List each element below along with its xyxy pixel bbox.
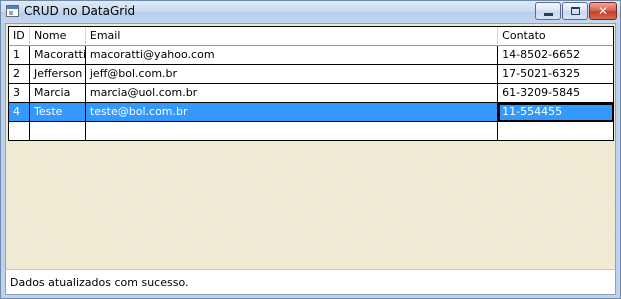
cell-contato[interactable] (498, 122, 614, 141)
window-title: CRUD no DataGrid (24, 4, 136, 18)
cell-email[interactable]: jeff@bol.com.br (85, 65, 499, 84)
maximize-icon (571, 7, 580, 15)
app-window-icon[interactable] (6, 5, 19, 17)
cell-nome[interactable]: Marcia (29, 84, 86, 103)
cell-id[interactable]: 1 (9, 46, 30, 65)
cell-nome[interactable]: Teste (29, 103, 86, 122)
cell-nome[interactable]: Jefferson (29, 65, 86, 84)
cell-id[interactable]: 4 (9, 103, 30, 122)
table-row[interactable]: 2 Jefferson jeff@bol.com.br 17-5021-6325 (9, 65, 614, 84)
cell-email[interactable]: marcia@uol.com.br (85, 84, 499, 103)
table-row[interactable]: 3 Marcia marcia@uol.com.br 61-3209-5845 (9, 84, 614, 103)
close-button[interactable]: ✕ (589, 2, 617, 20)
table-row-new[interactable] (9, 122, 614, 141)
maximize-button[interactable] (562, 2, 588, 20)
cell-nome[interactable] (29, 122, 86, 141)
cell-id[interactable]: 2 (9, 65, 30, 84)
cell-contato[interactable]: 14-8502-6652 (498, 46, 614, 65)
cell-email[interactable]: macoratti@yahoo.com (85, 46, 499, 65)
client-area: ID Nome Email Contato 1 Macoratti macora… (5, 23, 616, 295)
column-header-id[interactable]: ID (9, 27, 30, 46)
cell-contato[interactable]: 61-3209-5845 (498, 84, 614, 103)
datagrid-header: ID Nome Email Contato (9, 27, 614, 46)
status-message: Dados atualizados com sucesso. (10, 276, 189, 289)
minimize-icon (544, 13, 553, 16)
table-row[interactable]: 1 Macoratti macoratti@yahoo.com 14-8502-… (9, 46, 614, 65)
table-row-selected[interactable]: 4 Teste teste@bol.com.br 11-554455 (9, 103, 614, 122)
column-header-nome[interactable]: Nome (29, 27, 86, 46)
datagrid[interactable]: ID Nome Email Contato 1 Macoratti macora… (8, 26, 614, 141)
close-icon: ✕ (597, 4, 609, 18)
cell-email[interactable] (85, 122, 499, 141)
status-bar: Dados atualizados com sucesso. (6, 269, 615, 294)
datagrid-area: ID Nome Email Contato 1 Macoratti macora… (6, 24, 615, 269)
cell-id[interactable]: 3 (9, 84, 30, 103)
cell-nome[interactable]: Macoratti (29, 46, 86, 65)
app-window: CRUD no DataGrid ✕ ID Nome Email Contato… (0, 0, 621, 299)
cell-contato[interactable]: 17-5021-6325 (498, 65, 614, 84)
column-header-email[interactable]: Email (85, 27, 499, 46)
cell-email[interactable]: teste@bol.com.br (85, 103, 499, 122)
column-header-contato[interactable]: Contato (498, 27, 614, 46)
title-bar[interactable]: CRUD no DataGrid ✕ (1, 1, 620, 23)
minimize-button[interactable] (535, 2, 561, 20)
cell-id[interactable] (9, 122, 30, 141)
cell-contato-current[interactable]: 11-554455 (498, 103, 614, 122)
